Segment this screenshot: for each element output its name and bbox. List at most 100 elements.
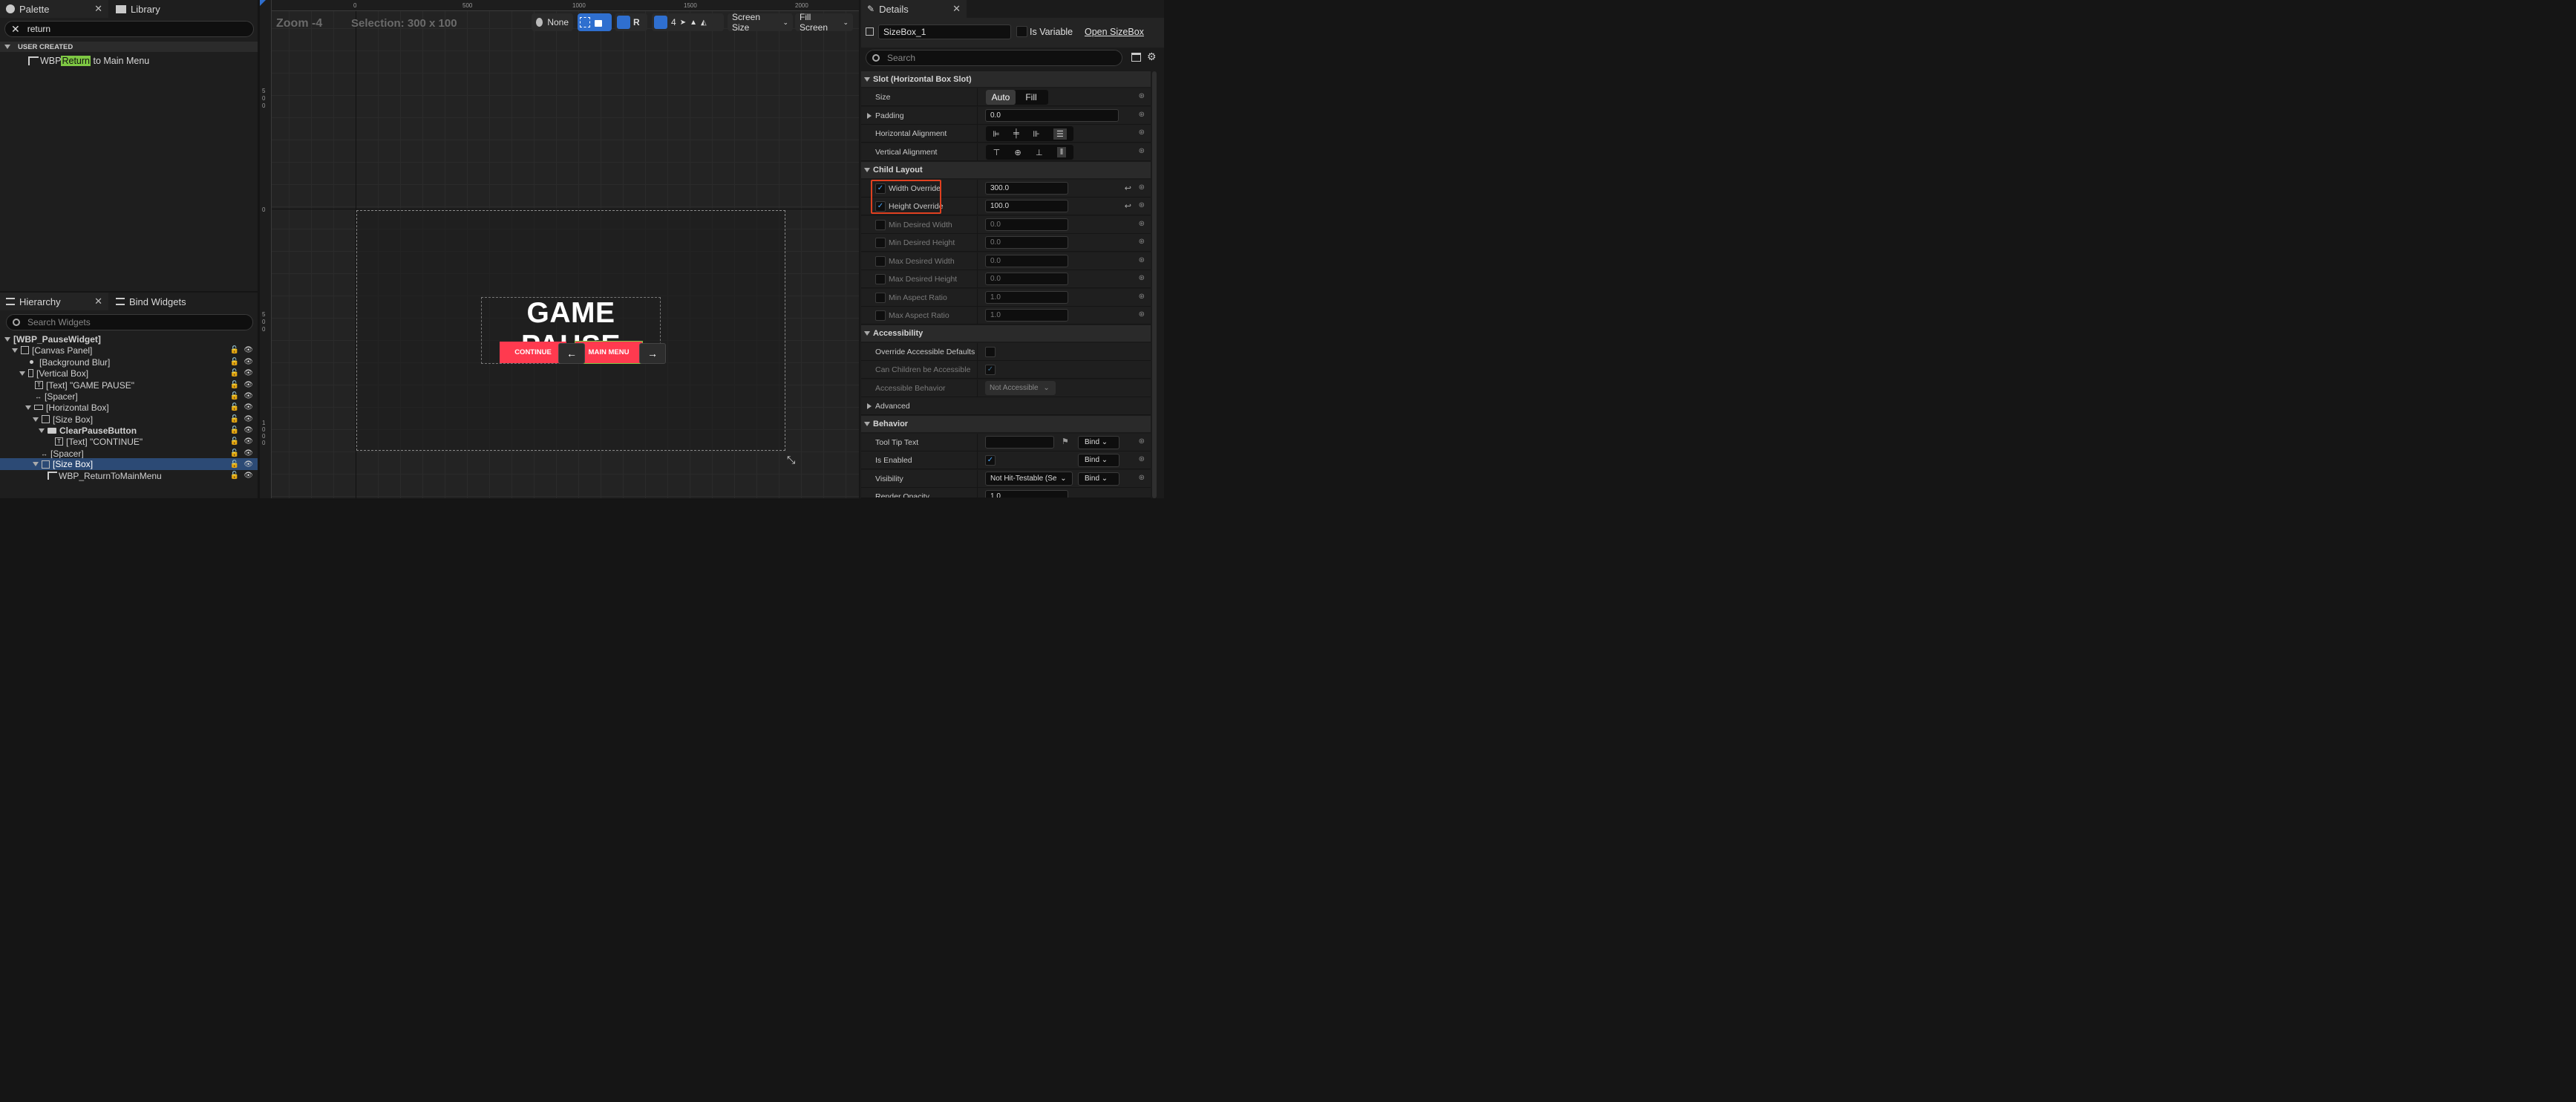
align-middle-icon[interactable]: ⊕	[1014, 148, 1021, 157]
section-behavior[interactable]: Behavior	[861, 416, 1151, 432]
eye-icon[interactable]: 👁	[243, 415, 253, 423]
eye-icon[interactable]: 👁	[243, 460, 253, 469]
eye-icon[interactable]: 👁	[243, 392, 253, 400]
max-h-checkbox[interactable]	[875, 274, 886, 284]
min-w-checkbox[interactable]	[875, 220, 886, 230]
eye-icon[interactable]: 👁	[243, 437, 253, 446]
designer-viewport[interactable]: 0 500 1000 1500 2000 500 0 500 1000 Zoom…	[260, 0, 859, 498]
table-view-icon[interactable]	[1131, 53, 1141, 62]
tab-hierarchy[interactable]: Hierarchy ✕	[0, 293, 108, 310]
grid-snap-group[interactable]: 4 ➤ ▲ ◭	[652, 13, 724, 31]
tree-item[interactable]: [Horizontal Box] 🔓 👁	[0, 402, 258, 413]
max-w-checkbox[interactable]	[875, 256, 886, 267]
tree-item[interactable]: ↔ [Spacer] 🔓 👁	[0, 391, 258, 402]
tree-item[interactable]: [Background Blur] 🔓 👁	[0, 356, 258, 368]
row-advanced[interactable]: Advanced	[861, 397, 1151, 415]
pin-icon[interactable]: ⊛	[1139, 274, 1145, 282]
tab-details[interactable]: ✎ Details ✕	[861, 0, 967, 18]
access-behavior-dropdown[interactable]: Not Accessible ⌄	[985, 381, 1056, 395]
lock-icon[interactable]: 🔓	[230, 415, 239, 423]
localization-none-button[interactable]: None	[532, 13, 573, 31]
max-ar-input[interactable]: 1.0	[985, 309, 1068, 322]
align-center-icon[interactable]: ╪	[1013, 129, 1019, 138]
is-variable-checkbox[interactable]	[1016, 26, 1027, 37]
tree-item[interactable]: WBP_ReturnToMainMenu 🔓 👁	[0, 470, 258, 481]
align-vfill-icon[interactable]: ‖	[1056, 147, 1067, 157]
hierarchy-search-input[interactable]: Search Widgets	[6, 314, 253, 330]
dotted-square-icon[interactable]	[580, 17, 590, 27]
tree-item[interactable]: ClearPauseButton 🔓 👁	[0, 425, 258, 436]
tree-item[interactable]: T [Text] "GAME PAUSE" 🔓 👁	[0, 379, 258, 391]
height-override-input[interactable]: 100.0	[985, 200, 1068, 212]
align-left-icon[interactable]: ⊫	[993, 129, 1000, 139]
lock-icon[interactable]: 🔓	[230, 403, 239, 411]
eye-icon[interactable]: 👁	[243, 358, 253, 366]
tree-item[interactable]: [Size Box] 🔓 👁	[0, 414, 258, 425]
pin-icon[interactable]: ⊛	[1139, 220, 1145, 228]
size-fill-button[interactable]: Fill	[1016, 90, 1047, 105]
tab-palette[interactable]: Palette ✕	[0, 0, 108, 18]
tab-library[interactable]: Library	[110, 0, 221, 18]
lock-icon[interactable]	[595, 20, 602, 27]
fill-screen-dropdown[interactable]: Fill Screen ⌄	[795, 12, 853, 33]
halign-buttons[interactable]: ⊫ ╪ ⊪ ☰	[986, 126, 1073, 141]
lock-icon[interactable]: 🔓	[230, 449, 239, 457]
min-h-input[interactable]: 0.0	[985, 236, 1068, 249]
clear-search-icon[interactable]: ✕	[11, 23, 20, 36]
pin-icon[interactable]: ⊛	[1139, 111, 1145, 119]
max-w-input[interactable]: 0.0	[985, 255, 1068, 267]
tree-item-selected[interactable]: [Size Box] 🔓 👁	[0, 458, 258, 470]
min-ar-input[interactable]: 1.0	[985, 291, 1068, 304]
override-access-checkbox[interactable]	[985, 347, 996, 357]
pin-icon[interactable]: ⊛	[1139, 128, 1145, 137]
move-left-button[interactable]: ←	[558, 343, 585, 364]
tree-item[interactable]: [Vertical Box] 🔓 👁	[0, 368, 258, 379]
lock-icon[interactable]: 🔓	[230, 460, 239, 469]
enabled-bind-dropdown[interactable]: Bind ⌄	[1078, 454, 1119, 467]
valign-buttons[interactable]: ⊤ ⊕ ⊥ ‖	[986, 145, 1073, 160]
widget-name-input[interactable]: SizeBox_1	[878, 25, 1011, 39]
reset-icon[interactable]: ↩	[1125, 201, 1131, 211]
pin-icon[interactable]: ⊛	[1139, 437, 1145, 446]
max-ar-checkbox[interactable]	[875, 310, 886, 321]
align-bottom-icon[interactable]: ⊥	[1036, 148, 1043, 157]
eye-icon[interactable]: 👁	[243, 346, 253, 354]
eye-icon[interactable]: 👁	[243, 369, 253, 377]
tree-item[interactable]: T [Text] "CONTINUE" 🔓 👁	[0, 436, 258, 447]
section-slot[interactable]: Slot (Horizontal Box Slot)	[861, 71, 1151, 87]
mirror-icon[interactable]: ◭	[701, 19, 707, 27]
snap-toggle-group[interactable]	[578, 13, 612, 31]
align-top-icon[interactable]: ⊤	[993, 148, 1001, 157]
size-toggle[interactable]: Auto Fill	[986, 90, 1048, 105]
pin-icon[interactable]: ⊛	[1139, 474, 1145, 482]
tooltip-bind-dropdown[interactable]: Bind ⌄	[1078, 436, 1119, 449]
visibility-dropdown[interactable]: Not Hit-Testable (Se ⌄	[985, 472, 1073, 486]
tree-item[interactable]: [Canvas Panel] 🔓 👁	[0, 345, 258, 356]
pin-icon[interactable]: ⊛	[1139, 310, 1145, 319]
tooltip-input[interactable]	[985, 436, 1054, 449]
lock-icon[interactable]: 🔓	[230, 369, 239, 377]
pin-icon[interactable]: ⊛	[1139, 256, 1145, 264]
flag-icon[interactable]: ⚑	[1062, 437, 1069, 446]
details-scrollbar[interactable]	[1152, 71, 1157, 498]
respect-lock-group[interactable]: R	[615, 13, 647, 31]
close-icon[interactable]: ✕	[94, 296, 102, 307]
screen-size-dropdown[interactable]: Screen Size ⌄	[728, 12, 793, 33]
lock-icon[interactable]: 🔓	[230, 437, 239, 446]
lock-icon[interactable]: 🔓	[230, 472, 239, 480]
palette-search-input[interactable]: ✕ return	[4, 21, 254, 37]
palette-item-return[interactable]: WBP Return to Main Menu	[28, 56, 149, 66]
image-icon[interactable]: ▲	[690, 19, 697, 27]
is-enabled-checkbox[interactable]: ✓	[985, 455, 996, 466]
pin-icon[interactable]: ⊛	[1139, 92, 1145, 100]
eye-icon[interactable]: 👁	[243, 426, 253, 434]
eye-icon[interactable]: 👁	[243, 381, 253, 389]
continue-button[interactable]: CONTINUE	[500, 342, 566, 363]
tree-item[interactable]: ↔ [Spacer] 🔓 👁	[0, 448, 258, 459]
size-auto-button[interactable]: Auto	[986, 90, 1016, 105]
grid-value[interactable]: 4	[671, 17, 676, 27]
resize-handle-icon[interactable]: ⤡	[787, 454, 795, 466]
eye-icon[interactable]: 👁	[243, 403, 253, 411]
cursor-icon[interactable]: ➤	[680, 19, 686, 27]
close-icon[interactable]: ✕	[952, 3, 961, 15]
